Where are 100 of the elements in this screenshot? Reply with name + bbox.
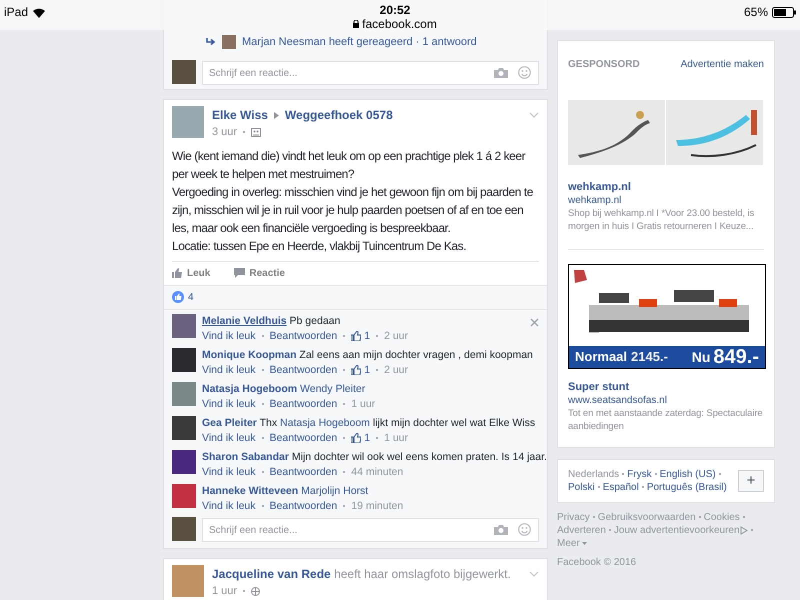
language-link[interactable]: Frysk [627,469,652,480]
battery-percent: 65% [744,4,768,21]
avatar-photo [172,106,204,138]
avatar-photo [172,484,196,508]
avatar-photo [172,348,196,372]
comment-time: 1 uur [351,396,376,412]
chevron-down-icon [529,571,539,577]
commenter-link[interactable]: Natasja Hogeboom [202,382,298,394]
reply-link[interactable]: Beantwoorden [270,328,338,344]
caret-down-icon [582,542,587,545]
post-text: Vergoeding in overleg: misschien vind je het gewoon fijn om bij paarden te zijn, misschien wil je in ruil voor je hulp paarden poetsen of af en toe een les, maar ook een financiële vergoeding is bespreekbaar. [172,184,534,236]
group-link[interactable]: Weggeefhoek 0578 [284,106,393,124]
thumbs-up-icon [172,268,183,278]
comment-field[interactable]: Schrijf een reactie... [202,61,539,85]
group-audience-icon [251,128,262,137]
reply-link[interactable]: Beantwoorden [270,464,338,480]
create-ad-link[interactable]: Advertentie maken [680,57,764,72]
activity-text: heeft haar omslagfoto bijgewerkt. [334,567,511,581]
avatar-photo [172,382,196,406]
ad-choices-icon [740,526,748,535]
language-link[interactable]: English (US) [660,469,716,480]
thumbs-up-icon [351,433,362,443]
comment-time: 2 uur [384,362,408,378]
avatar-photo [172,565,204,597]
language-link[interactable]: Português (Brasil) [646,482,727,493]
lock-icon [353,20,360,28]
ad-title[interactable]: wehkamp.nl [568,181,764,194]
smiley-icon [518,66,531,78]
avatar-photo [172,450,196,474]
old-price: 2145.- [631,348,668,366]
avatar-photo [172,60,196,84]
comment-time: 2 uur [384,328,408,344]
reply-link[interactable]: Beantwoorden [270,498,338,514]
smiley-icon [518,522,531,536]
sale-price: 849.- [713,347,759,367]
commenter-link[interactable]: Hanneke Witteveen [202,484,298,496]
commenter-link[interactable]: Melanie Veldhuis [202,314,287,326]
replies-link[interactable]: Marjan Neesman heeft gereageerd · 1 antwoord [242,34,477,50]
like-link[interactable]: Vind ik leuk [202,464,256,480]
triangle-icon [274,112,279,118]
like-count[interactable]: 4 [188,290,194,304]
post-text: Locatie: tussen Epe en Heerde, vlakbij Tuincentrum De Kas. [172,238,468,254]
chevron-down-icon [529,112,539,118]
reply-arrow-icon [206,38,216,46]
price-label: Normaal [575,348,628,366]
thumbs-up-icon [351,331,362,341]
avatar-photo [172,314,196,338]
comment-like-count[interactable]: 1 [364,430,370,446]
mention-link[interactable]: Marjolijn Horst [301,484,368,496]
comment-text: Pb gedaan [290,314,340,326]
ad-description: Shop bij wehkamp.nl I *Voor 23.00 besteld, is morgen in huis I Gratis retourneren I Keuze... [568,207,756,233]
avatar-photo [172,517,196,542]
thumbs-up-icon [351,365,362,375]
mention-link[interactable]: Wendy Pleiter [300,382,366,394]
mention-link[interactable]: Natasja Hogeboom [280,416,370,428]
close-icon [530,318,539,326]
commenter-link[interactable]: Gea Pleiter [202,416,257,428]
post-text: Wie (kent iemand die) vindt het leuk om op een prachtige plek 1 á 2 keer per week te helpen met mestruimen? [172,148,526,182]
ad-url[interactable]: www.seatsandsofas.nl [568,394,764,407]
clock: 20:52 [380,3,410,17]
comment-time: 44 minuten [351,464,404,480]
comment-button[interactable]: Reactie [234,266,285,280]
avatar-photo [172,416,196,440]
like-link[interactable]: Vind ik leuk [202,328,256,344]
speech-bubble-icon [234,268,246,278]
like-button[interactable]: Leuk [172,266,210,280]
language-link[interactable]: Español [602,482,639,493]
comment-like-count[interactable]: 1 [364,362,370,378]
like-link[interactable]: Vind ik leuk [202,430,256,446]
ad-title[interactable]: Super stunt [568,381,764,394]
comment-like-count[interactable]: 1 [364,328,370,344]
avatar-photo [222,35,236,50]
language-link[interactable]: Polski [568,482,595,493]
copyright-text: Facebook © 2016 [557,556,638,569]
section-title: GESPONSORD [568,58,640,72]
like-badge-icon [172,291,184,303]
like-link[interactable]: Vind ik leuk [202,396,256,412]
wifi-icon [32,6,46,18]
globe-icon [251,586,260,596]
reply-link[interactable]: Beantwoorden [270,362,338,378]
camera-icon [494,66,508,78]
like-link[interactable]: Vind ik leuk [202,362,256,378]
comment-text: Thx [260,416,278,428]
comment-text: lijkt mijn dochter wel wat Elke Wiss [372,416,536,428]
like-link[interactable]: Vind ik leuk [202,498,256,514]
commenter-link[interactable]: Monique Koopman [202,348,296,360]
battery-icon [772,6,796,18]
current-language: Nederlands [568,469,620,480]
address-bar-url[interactable]: facebook.com [362,17,437,31]
ad-url[interactable]: wehkamp.nl [568,194,764,207]
comment-field[interactable]: Schrijf een reactie... [202,518,539,542]
reply-link[interactable]: Beantwoorden [270,396,338,412]
reply-link[interactable]: Beantwoorden [270,430,338,446]
ad-description: Tot en met aanstaande zaterdag: Spectaculaire aanbiedingen [568,407,764,433]
author-link[interactable]: Jacqueline van Rede [212,567,331,581]
author-link[interactable]: Elke Wiss [212,106,268,124]
commenter-link[interactable]: Sharon Sabandar [202,450,289,462]
comment-text: Mijn dochter wil ook wel eens komen praten. Is 14 jaar. [292,450,547,462]
add-language-button[interactable]: + [738,470,764,492]
now-label: Nu [692,348,710,366]
